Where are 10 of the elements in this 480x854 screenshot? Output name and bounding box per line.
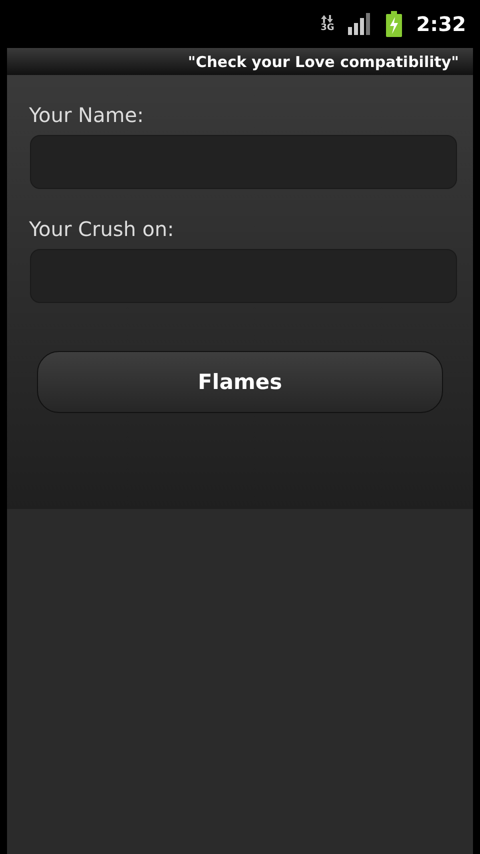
- flames-button[interactable]: Flames: [37, 351, 443, 413]
- input-field[interactable]: [30, 135, 457, 189]
- signal-icon: [348, 13, 372, 35]
- field-label: Your Name:: [29, 103, 145, 127]
- data-arrows-icon: [321, 15, 334, 23]
- network-indicator: 3G: [320, 15, 334, 33]
- clock-time: 2:32: [416, 12, 466, 36]
- field-label: Your Crush on:: [29, 217, 176, 241]
- battery-charging-icon: [386, 11, 402, 37]
- app-title: "Check your Love compatibility": [188, 52, 459, 70]
